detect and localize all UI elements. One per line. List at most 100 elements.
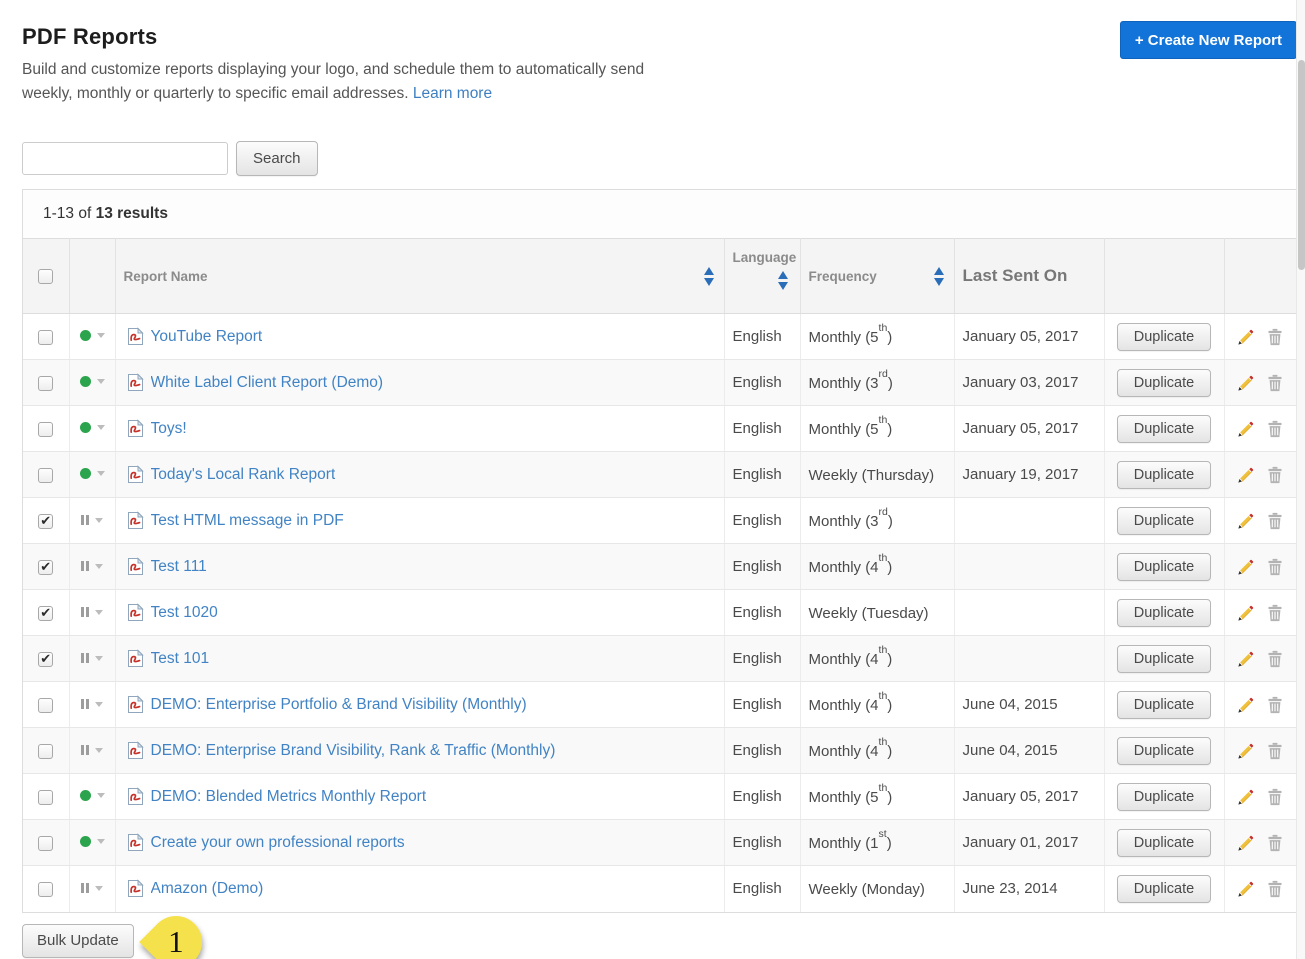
row-checkbox[interactable]	[38, 744, 53, 759]
duplicate-button[interactable]: Duplicate	[1117, 415, 1211, 443]
edit-pencil-icon[interactable]	[1237, 834, 1255, 852]
status-dropdown[interactable]	[81, 561, 103, 571]
edit-pencil-icon[interactable]	[1237, 604, 1255, 622]
status-dropdown[interactable]	[80, 790, 105, 801]
report-name-link[interactable]: Create your own professional reports	[151, 834, 405, 852]
row-checkbox[interactable]	[38, 882, 53, 897]
status-dropdown[interactable]	[80, 376, 105, 387]
report-name-link[interactable]: YouTube Report	[151, 328, 263, 346]
row-checkbox[interactable]	[38, 790, 53, 805]
learn-more-link[interactable]: Learn more	[413, 85, 492, 102]
row-checkbox[interactable]	[38, 468, 53, 483]
edit-pencil-icon[interactable]	[1237, 788, 1255, 806]
row-checkbox[interactable]	[38, 836, 53, 851]
duplicate-button[interactable]: Duplicate	[1117, 783, 1211, 811]
delete-trash-icon[interactable]	[1266, 696, 1284, 714]
duplicate-button[interactable]: Duplicate	[1117, 691, 1211, 719]
duplicate-button[interactable]: Duplicate	[1117, 737, 1211, 765]
delete-trash-icon[interactable]	[1266, 374, 1284, 392]
edit-pencil-icon[interactable]	[1237, 880, 1255, 898]
status-dropdown[interactable]	[80, 468, 105, 479]
duplicate-button[interactable]: Duplicate	[1117, 323, 1211, 351]
status-dropdown[interactable]	[81, 745, 103, 755]
row-checkbox[interactable]	[38, 330, 53, 345]
duplicate-button[interactable]: Duplicate	[1117, 645, 1211, 673]
row-frequency-cell: Monthly (4th)	[800, 544, 954, 590]
search-button[interactable]: Search	[236, 141, 318, 176]
row-checkbox[interactable]	[38, 560, 53, 575]
delete-trash-icon[interactable]	[1266, 650, 1284, 668]
delete-trash-icon[interactable]	[1266, 604, 1284, 622]
row-checkbox[interactable]	[38, 606, 53, 621]
language-sort-icon[interactable]	[776, 269, 790, 292]
report-name-sort-icon[interactable]	[702, 265, 716, 288]
duplicate-button[interactable]: Duplicate	[1117, 461, 1211, 489]
create-new-report-button[interactable]: + Create New Report	[1120, 21, 1297, 59]
delete-trash-icon[interactable]	[1266, 558, 1284, 576]
delete-trash-icon[interactable]	[1266, 328, 1284, 346]
status-dropdown[interactable]	[81, 653, 103, 663]
edit-pencil-icon[interactable]	[1237, 650, 1255, 668]
report-name-link[interactable]: Amazon (Demo)	[151, 880, 264, 898]
header-language[interactable]: Language	[724, 239, 800, 314]
edit-pencil-icon[interactable]	[1237, 466, 1255, 484]
status-dropdown[interactable]	[81, 515, 103, 525]
report-name-link[interactable]: Test HTML message in PDF	[151, 512, 344, 530]
duplicate-button[interactable]: Duplicate	[1117, 507, 1211, 535]
row-checkbox[interactable]	[38, 376, 53, 391]
frequency-sort-icon[interactable]	[932, 265, 946, 288]
report-name-link[interactable]: Test 111	[151, 558, 207, 576]
duplicate-button[interactable]: Duplicate	[1117, 553, 1211, 581]
pdf-file-icon	[127, 741, 144, 760]
bulk-update-button[interactable]: Bulk Update	[22, 924, 134, 958]
report-name-link[interactable]: Today's Local Rank Report	[151, 466, 336, 484]
search-input[interactable]	[22, 142, 228, 175]
row-actions-cell	[1224, 682, 1296, 728]
table-row: Test HTML message in PDF English Monthly…	[23, 498, 1296, 544]
row-checkbox[interactable]	[38, 652, 53, 667]
duplicate-button[interactable]: Duplicate	[1117, 369, 1211, 397]
report-name-link[interactable]: DEMO: Enterprise Portfolio & Brand Visib…	[151, 696, 527, 714]
vertical-scrollbar[interactable]	[1296, 0, 1305, 959]
delete-trash-icon[interactable]	[1266, 834, 1284, 852]
duplicate-button[interactable]: Duplicate	[1117, 875, 1211, 903]
row-name-cell: Test 1020	[115, 590, 724, 636]
edit-pencil-icon[interactable]	[1237, 512, 1255, 530]
delete-trash-icon[interactable]	[1266, 466, 1284, 484]
status-dropdown[interactable]	[80, 836, 105, 847]
delete-trash-icon[interactable]	[1266, 512, 1284, 530]
header-report-name[interactable]: Report Name	[115, 239, 724, 314]
report-name-link[interactable]: Toys!	[151, 420, 187, 438]
frequency-value: Weekly (Thursday)	[809, 467, 935, 484]
edit-pencil-icon[interactable]	[1237, 328, 1255, 346]
edit-pencil-icon[interactable]	[1237, 558, 1255, 576]
delete-trash-icon[interactable]	[1266, 742, 1284, 760]
delete-trash-icon[interactable]	[1266, 880, 1284, 898]
row-actions-cell	[1224, 314, 1296, 360]
status-dropdown[interactable]	[81, 699, 103, 709]
status-dropdown[interactable]	[81, 883, 103, 893]
status-dropdown[interactable]	[81, 607, 103, 617]
edit-pencil-icon[interactable]	[1237, 374, 1255, 392]
report-name-link[interactable]: Test 101	[151, 650, 210, 668]
status-dropdown[interactable]	[80, 422, 105, 433]
report-name-link[interactable]: DEMO: Blended Metrics Monthly Report	[151, 788, 427, 806]
duplicate-button[interactable]: Duplicate	[1117, 829, 1211, 857]
select-all-checkbox[interactable]	[38, 269, 53, 284]
row-checkbox[interactable]	[38, 514, 53, 529]
row-checkbox[interactable]	[38, 698, 53, 713]
report-name-link[interactable]: Test 1020	[151, 604, 218, 622]
status-dropdown[interactable]	[80, 330, 105, 341]
delete-trash-icon[interactable]	[1266, 420, 1284, 438]
edit-pencil-icon[interactable]	[1237, 742, 1255, 760]
header-frequency[interactable]: Frequency	[800, 239, 954, 314]
row-checkbox[interactable]	[38, 422, 53, 437]
edit-pencil-icon[interactable]	[1237, 420, 1255, 438]
report-name-link[interactable]: DEMO: Enterprise Brand Visibility, Rank …	[151, 742, 556, 760]
delete-trash-icon[interactable]	[1266, 788, 1284, 806]
duplicate-button[interactable]: Duplicate	[1117, 599, 1211, 627]
scrollbar-thumb[interactable]	[1298, 60, 1305, 270]
report-name-link[interactable]: White Label Client Report (Demo)	[151, 374, 384, 392]
row-last-sent-cell: January 03, 2017	[954, 360, 1104, 406]
edit-pencil-icon[interactable]	[1237, 696, 1255, 714]
